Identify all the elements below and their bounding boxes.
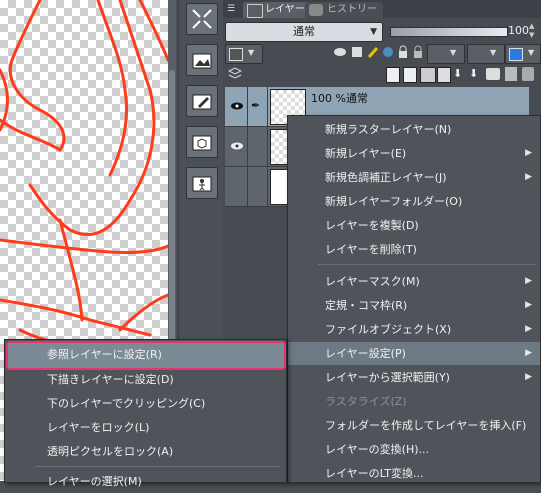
panel-menu-icon[interactable]: ☰ — [227, 4, 237, 14]
mask-icon[interactable] — [333, 45, 347, 59]
layer-color-options-button[interactable]: ▼ — [505, 44, 541, 64]
menu-separator — [318, 264, 536, 265]
chevron-right-icon: ▶ — [525, 348, 532, 358]
opacity-spinner[interactable]: ▲ ▼ — [529, 22, 539, 40]
canvas-scrollbar-thumb[interactable] — [169, 70, 175, 370]
menu-item-layer-settings[interactable]: レイヤー設定(P) ▶ — [288, 342, 540, 365]
reference-icon[interactable] — [381, 45, 395, 59]
menu-item-ruler-frame[interactable]: 定規・コマ枠(R) ▶ — [288, 294, 540, 317]
new-vector-layer-icon[interactable] — [403, 67, 417, 83]
pen-icon: ✒ — [251, 99, 261, 112]
cube-icon — [192, 135, 212, 151]
menu-item-layer-mask[interactable]: レイヤーマスク(M) ▶ — [288, 270, 540, 293]
merge-down-icon[interactable]: ⬇ — [453, 67, 465, 81]
tab-layer[interactable]: レイヤー — [243, 2, 311, 18]
chevron-down-icon: ▼ — [450, 48, 457, 57]
history-tab-icon — [309, 4, 323, 16]
submenu-item-layer-selection[interactable]: レイヤーの選択(M) — [5, 470, 286, 493]
menu-item-new-layer-folder[interactable]: 新規レイヤーフォルダー(O) — [288, 190, 540, 213]
lock-icon[interactable] — [396, 45, 410, 59]
submenu-item-set-reference-layer[interactable]: 参照レイヤーに設定(R) — [5, 343, 286, 366]
chevron-down-icon: ▼ — [370, 27, 377, 37]
chevron-right-icon: ▶ — [525, 324, 532, 334]
menu-item-convert-layer[interactable]: レイヤーの変換(H)... — [288, 438, 540, 461]
ruler-icon[interactable] — [505, 67, 517, 81]
edit-folder-icon — [192, 94, 212, 110]
mask-options-button[interactable]: ▼ — [427, 44, 465, 64]
layer-tab-icon — [247, 4, 263, 18]
submenu-item-clip-to-lower[interactable]: 下のレイヤーでクリッピング(C) — [5, 392, 286, 415]
menu-item-delete-layer[interactable]: レイヤーを削除(T) — [288, 238, 540, 261]
layer-name: 100 %通常 — [311, 92, 368, 105]
layer-context-menu: 新規ラスターレイヤー(N) 新規レイヤー(E) ▶ 新規色調補正レイヤー(J) ▶ … — [287, 115, 541, 483]
merge-visible-icon[interactable]: ⬇ — [469, 67, 481, 81]
eye-icon[interactable] — [229, 99, 245, 113]
opacity-value[interactable]: 100 — [508, 22, 529, 40]
chevron-right-icon: ▶ — [525, 276, 532, 286]
draft-icon[interactable] — [366, 45, 380, 59]
chevron-down-icon: ▼ — [248, 48, 255, 57]
opacity-slider[interactable] — [390, 27, 508, 37]
edit-folder-button[interactable] — [186, 85, 218, 117]
3d-folder-button[interactable] — [186, 126, 218, 158]
layer-list-icon[interactable] — [227, 67, 243, 81]
menu-item-create-folder-insert[interactable]: フォルダーを作成してレイヤーを挿入(F) — [288, 414, 540, 437]
figure-folder-button[interactable] — [186, 167, 218, 199]
chevron-right-icon: ▶ — [525, 372, 532, 382]
delete-layer-icon[interactable] — [522, 67, 534, 81]
menu-item-new-correction-layer[interactable]: 新規色調補正レイヤー(J) ▶ — [288, 166, 540, 189]
menu-item-new-layer[interactable]: 新規レイヤー(E) ▶ — [288, 142, 540, 165]
submenu-separator — [35, 466, 280, 467]
chevron-right-icon: ▶ — [525, 148, 532, 158]
copy-layer-icon[interactable] — [437, 67, 451, 83]
menu-item-duplicate-layer[interactable]: レイヤーを複製(D) — [288, 214, 540, 237]
new-raster-layer-icon[interactable] — [386, 67, 400, 83]
image-folder-icon — [192, 53, 212, 69]
image-folder-button[interactable] — [186, 44, 218, 76]
lock-transparent-icon[interactable] — [411, 45, 425, 59]
menu-item-selection-from-layer[interactable]: レイヤーから選択範囲(Y) ▶ — [288, 366, 540, 389]
mask-add-icon[interactable] — [486, 68, 500, 80]
menu-item-lt-conversion[interactable]: レイヤーのLT変換... — [288, 462, 540, 485]
tab-history[interactable]: ヒストリー — [305, 2, 383, 18]
submenu-item-lock-layer[interactable]: レイヤーをロック(L) — [5, 416, 286, 439]
color-square-icon — [509, 48, 523, 61]
layer-color-button[interactable]: ▼ — [225, 44, 263, 64]
figure-icon — [192, 176, 212, 192]
menu-item-new-raster-layer[interactable]: 新規ラスターレイヤー(N) — [288, 118, 540, 141]
transform-tool-button[interactable] — [186, 3, 218, 35]
chevron-down-icon: ▼ — [528, 48, 535, 57]
chevron-right-icon: ▶ — [525, 300, 532, 310]
clip-icon[interactable] — [350, 45, 364, 59]
ruler-options-button[interactable]: ▼ — [467, 44, 505, 64]
eye-icon[interactable] — [229, 139, 245, 153]
chevron-right-icon: ▶ — [525, 172, 532, 182]
new-folder-icon[interactable] — [420, 67, 436, 83]
menu-item-rasterize[interactable]: ラスタライズ(Z) — [288, 390, 540, 413]
panel-tab-bar: ☰ レイヤー ヒストリー — [223, 0, 541, 18]
menu-item-file-object[interactable]: ファイルオブジェクト(X) ▶ — [288, 318, 540, 341]
submenu-item-lock-transparent[interactable]: 透明ピクセルをロック(A) — [5, 440, 286, 463]
color-swatch-icon — [229, 48, 243, 61]
chevron-down-icon: ▼ — [490, 48, 497, 57]
submenu-item-set-draft-layer[interactable]: 下描きレイヤーに設定(D) — [5, 368, 286, 391]
blend-mode-select[interactable]: 通常 ▼ — [225, 22, 383, 42]
transform-icon — [192, 9, 212, 29]
